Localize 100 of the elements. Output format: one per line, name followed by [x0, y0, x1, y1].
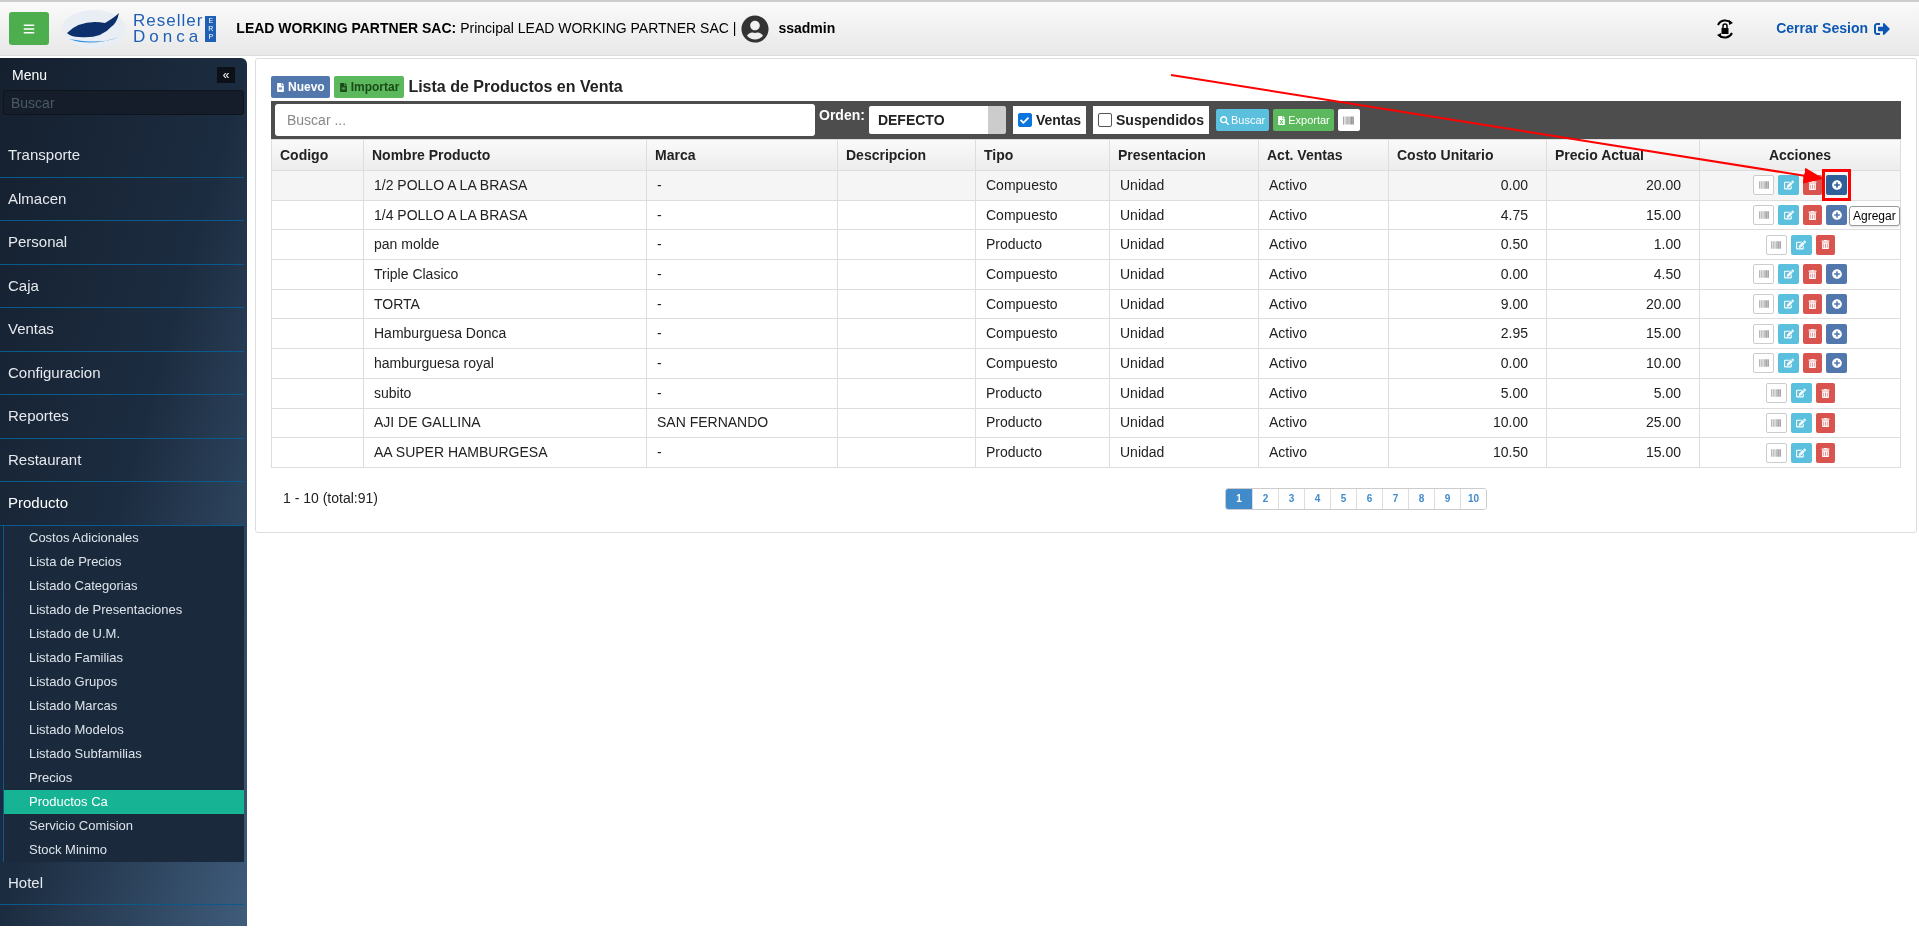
file-icon — [338, 82, 348, 92]
table-cell: 0.50 — [1388, 229, 1547, 260]
logo-text: Donca — [133, 28, 204, 45]
sidebar-item[interactable]: Reportes — [0, 395, 244, 439]
menu-button[interactable] — [9, 12, 49, 45]
edit-button[interactable] — [1790, 442, 1812, 463]
barcode-button[interactable] — [1337, 109, 1360, 131]
delete-button[interactable] — [1815, 234, 1835, 255]
submenu-item[interactable]: Servicio Comision — [4, 813, 244, 838]
collapse-button[interactable]: « — [217, 67, 235, 83]
add-button[interactable] — [1826, 175, 1847, 196]
column-header: Tipo — [975, 139, 1110, 171]
table-cell: 20.00 — [1546, 289, 1700, 319]
edit-button[interactable] — [1778, 205, 1799, 226]
delete-button[interactable] — [1803, 264, 1822, 285]
page-button[interactable]: 1 — [1226, 488, 1252, 509]
table-cell: Activo — [1258, 437, 1389, 468]
table-cell: - — [646, 289, 838, 319]
search-field[interactable]: Buscar ... — [275, 104, 815, 136]
submenu-item[interactable]: Listado Categorias — [4, 573, 244, 598]
submenu-item[interactable]: Listado de U.M. — [4, 621, 244, 646]
submenu-item[interactable]: Listado Subfamilias — [4, 741, 244, 766]
search-icon — [1219, 115, 1229, 125]
add-button[interactable] — [1826, 264, 1847, 285]
order-label: Orden: — [819, 106, 865, 125]
add-button[interactable] — [1826, 205, 1847, 226]
sidebar-item[interactable]: Transporte — [0, 134, 244, 178]
edit-button[interactable] — [1790, 383, 1812, 404]
ventas-checkbox[interactable]: Ventas — [1012, 106, 1087, 134]
add-button[interactable] — [1826, 323, 1847, 344]
edit-button[interactable] — [1790, 234, 1812, 255]
edit-button[interactable] — [1778, 353, 1799, 374]
column-header: Costo Unitario — [1388, 139, 1547, 171]
edit-button[interactable] — [1790, 412, 1812, 433]
sidebar-item[interactable]: Ventas — [0, 308, 244, 352]
new-button[interactable]: Nuevo — [271, 76, 330, 98]
submenu-item[interactable]: Listado de Presentaciones — [4, 597, 244, 622]
table-cell: Compuesto — [975, 259, 1110, 290]
order-select[interactable]: DEFECTO — [868, 106, 1006, 134]
sidebar-item[interactable]: Almacen — [0, 177, 244, 221]
submenu-item[interactable]: Stock Minimo — [4, 837, 244, 862]
record-count: 1 - 10 (total:91) — [283, 489, 379, 509]
logout-icon — [1874, 20, 1890, 37]
search-field[interactable]: Buscar — [3, 90, 244, 115]
edit-button[interactable] — [1778, 323, 1799, 344]
table-cell: 0.00 — [1388, 259, 1547, 290]
table-cell: 5.00 — [1388, 378, 1547, 408]
delete-button[interactable] — [1803, 323, 1822, 344]
page-button[interactable]: 10 — [1460, 488, 1486, 509]
sidebar-item[interactable]: Configuracion — [0, 351, 244, 395]
submenu-item[interactable]: Listado Marcas — [4, 693, 244, 718]
table-cell: Unidad — [1109, 378, 1259, 408]
column-header: Marca — [646, 139, 838, 171]
spreadsheet-icon — [1277, 115, 1287, 125]
table-cell: 15.00 — [1546, 437, 1700, 468]
delete-button[interactable] — [1803, 353, 1822, 374]
table-cell: Unidad — [1109, 348, 1259, 379]
table-cell: hamburguesa royal — [363, 348, 647, 379]
edit-icon — [1783, 358, 1794, 369]
table-cell: 4.50 — [1546, 259, 1700, 290]
delete-button[interactable] — [1815, 412, 1835, 433]
checkbox[interactable] — [1098, 113, 1113, 127]
edit-button[interactable] — [1778, 294, 1799, 315]
submenu-item[interactable]: Listado Familias — [4, 645, 244, 670]
delete-button[interactable] — [1803, 294, 1822, 315]
submenu-item[interactable]: Lista de Precios — [4, 549, 244, 574]
delete-button[interactable] — [1815, 442, 1835, 463]
table-cell: - — [646, 229, 838, 260]
table-cell: 1/4 POLLO A LA BRASA — [363, 200, 647, 230]
submenu-item[interactable]: Precios — [4, 765, 244, 790]
table-cell: 10.00 — [1388, 408, 1547, 438]
add-button[interactable] — [1826, 294, 1847, 315]
sidebar-item[interactable]: Personal — [0, 221, 244, 265]
table-cell: Compuesto — [975, 318, 1110, 349]
submenu-item[interactable]: Listado Modelos — [4, 717, 244, 742]
sidebar-item[interactable]: Producto — [0, 482, 244, 526]
import-button[interactable]: Importar — [333, 76, 405, 98]
sidebar-item[interactable]: Restaurant — [0, 438, 244, 482]
table-cell: 4.75 — [1388, 200, 1547, 230]
trash-icon — [1808, 210, 1817, 220]
suspendidos-checkbox[interactable]: Suspendidos — [1093, 106, 1209, 134]
checkbox[interactable] — [1017, 113, 1032, 127]
column-header: Descripcion — [837, 139, 976, 171]
submenu-item[interactable]: Listado Grupos — [4, 669, 244, 694]
table-cell: Compuesto — [975, 170, 1110, 201]
delete-button[interactable] — [1803, 205, 1822, 226]
sidebar-item[interactable]: Hotel — [0, 861, 244, 905]
table-cell: 5.00 — [1546, 378, 1700, 408]
sidebar-item[interactable]: Caja — [0, 264, 244, 308]
table-cell: 0.00 — [1388, 348, 1547, 379]
plus-icon — [1831, 358, 1842, 369]
submenu-item[interactable]: Costos Adicionales — [4, 525, 244, 550]
trash-icon — [1808, 358, 1817, 368]
delete-button[interactable] — [1815, 383, 1835, 404]
edit-button[interactable] — [1778, 264, 1799, 285]
logout-link[interactable]: Cerrar Sesion — [1776, 18, 1890, 39]
table-cell: AA SUPER HAMBURGESA — [363, 437, 647, 468]
table-cell: 10.50 — [1388, 437, 1547, 468]
edit-button[interactable] — [1778, 175, 1799, 196]
add-button[interactable] — [1826, 353, 1847, 374]
